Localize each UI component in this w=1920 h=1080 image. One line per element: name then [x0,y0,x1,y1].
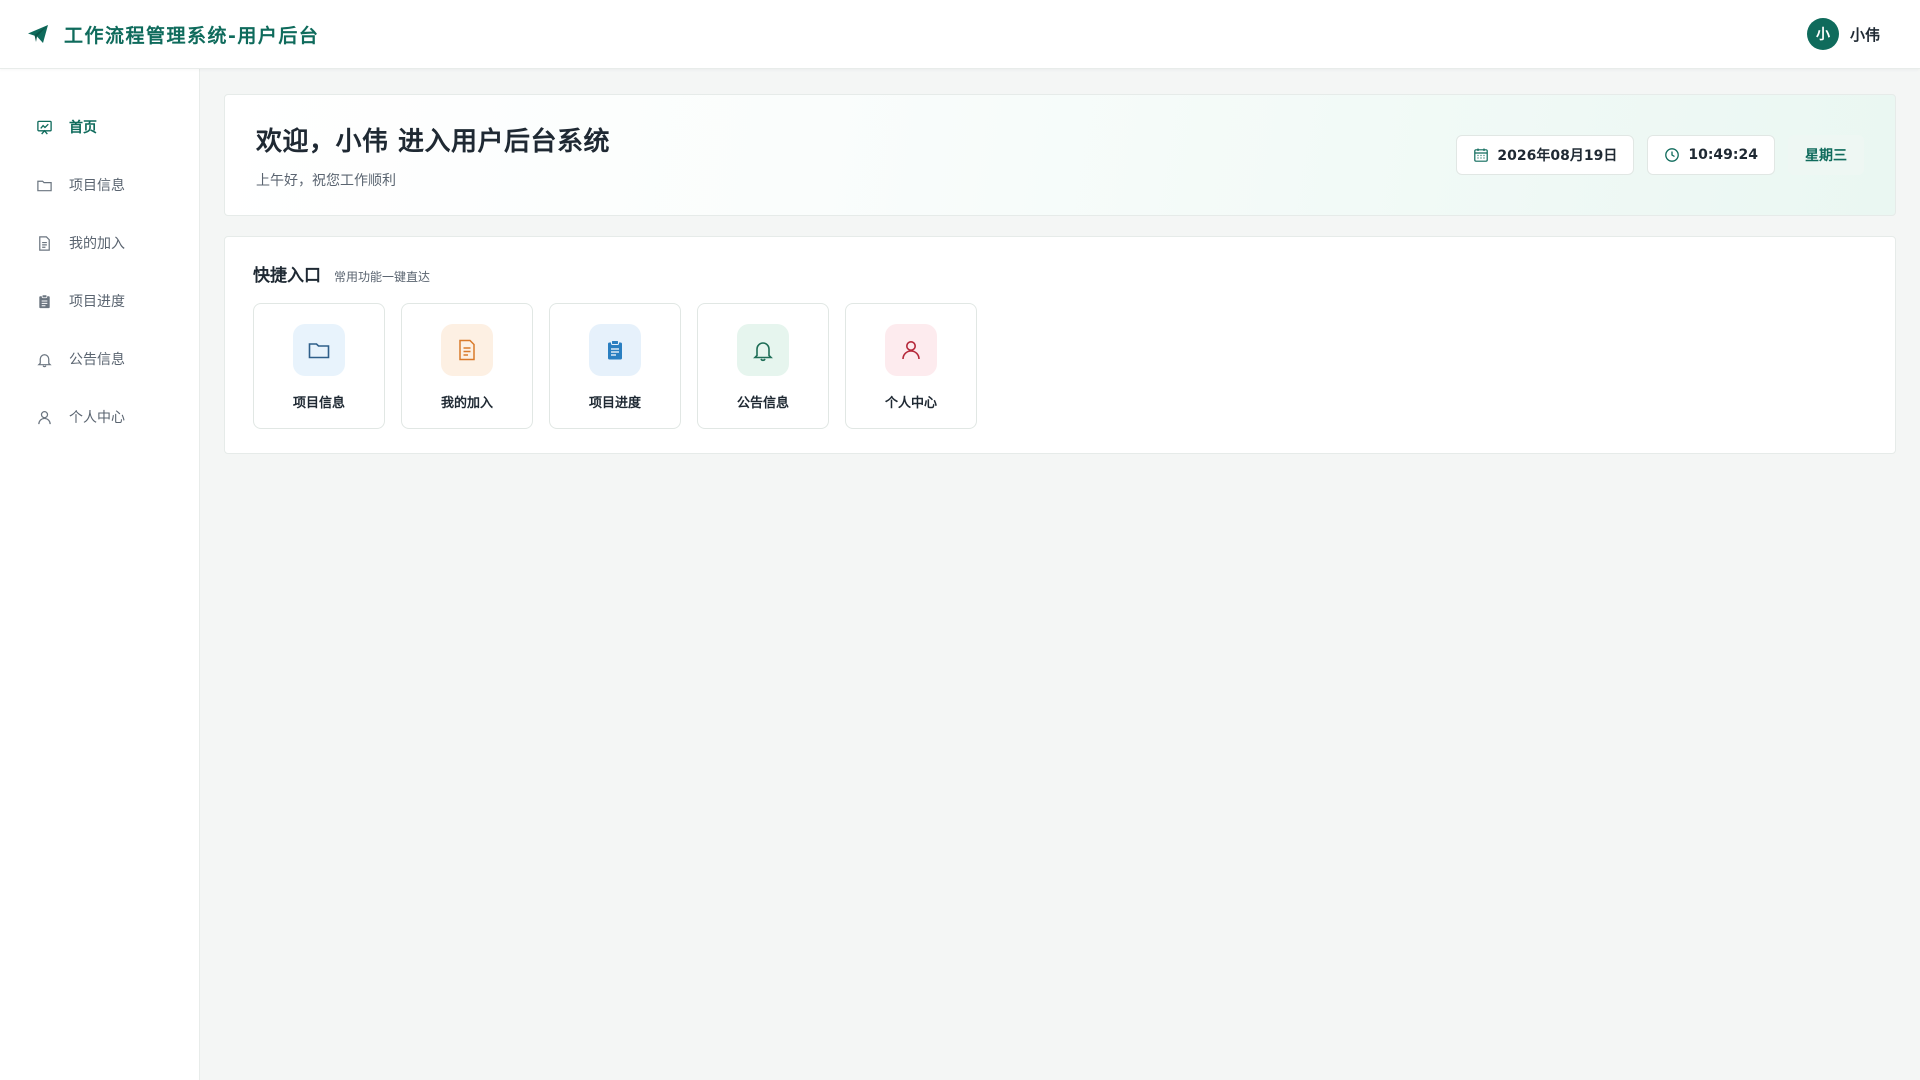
document-icon [441,324,493,376]
welcome-subtitle: 上午好，祝您工作顺利 [256,172,396,189]
brand[interactable]: 工作流程管理系统-用户后台 [26,21,319,48]
sidebar-item-project-progress[interactable]: 项目进度 [0,272,199,330]
clipboard-icon [36,293,53,310]
quick-access-subtitle: 常用功能一键直达 [334,270,431,284]
sidebar-item-label: 我的加入 [69,236,125,252]
quick-card-project-info[interactable]: 项目信息 [253,303,385,429]
home-chart-icon [36,119,53,136]
quick-card-my-joined[interactable]: 我的加入 [401,303,533,429]
sidebar-item-notice[interactable]: 公告信息 [0,330,199,388]
folder-icon [36,177,53,194]
quick-card-label: 个人中心 [884,396,937,411]
quick-card-label: 我的加入 [440,396,493,411]
paper-plane-icon [26,22,50,46]
top-header: 工作流程管理系统-用户后台 小 小伟 [0,0,1920,69]
quick-card-notice[interactable]: 公告信息 [697,303,829,429]
user-icon [885,324,937,376]
user-icon [36,409,53,426]
sidebar-item-profile[interactable]: 个人中心 [0,388,199,446]
main-content: 欢迎，小伟 进入用户后台系统 上午好，祝您工作顺利 2026年08月19日 10… [224,94,1896,454]
quick-access-cards: 项目信息 我的加入 项目进度 公告信息 个人中心 [253,303,1867,429]
sidebar-item-label: 项目进度 [69,294,125,310]
time-text: 10:49:24 [1688,147,1758,163]
clock-icon [1664,147,1680,163]
quick-card-profile[interactable]: 个人中心 [845,303,977,429]
calendar-icon [1473,147,1489,163]
clipboard-icon [589,324,641,376]
date-text: 2026年08月19日 [1497,148,1618,164]
bell-icon [36,351,53,368]
quick-access-panel: 快捷入口 常用功能一键直达 项目信息 我的加入 项目进度 公告信息 个人中心 [224,236,1896,454]
quick-card-label: 项目进度 [588,396,641,411]
user-name[interactable]: 小伟 [1850,24,1880,45]
quick-access-header: 快捷入口 常用功能一键直达 [253,261,1867,286]
weekday-text: 星期三 [1805,148,1847,164]
sidebar-item-label: 公告信息 [69,352,125,368]
sidebar-item-label: 个人中心 [69,410,125,426]
quick-card-project-progress[interactable]: 项目进度 [549,303,681,429]
quick-card-label: 公告信息 [736,396,789,411]
quick-access-title: 快捷入口 [253,266,321,286]
user-menu[interactable]: 小 小伟 [1806,18,1880,50]
date-chip: 2026年08月19日 [1456,135,1635,175]
sidebar-item-label: 首页 [69,120,97,136]
welcome-title: 欢迎，小伟 进入用户后台系统 [256,126,611,157]
sidebar-item-project-info[interactable]: 项目信息 [0,156,199,214]
welcome-text: 欢迎，小伟 进入用户后台系统 上午好，祝您工作顺利 [256,121,610,190]
welcome-banner: 欢迎，小伟 进入用户后台系统 上午好，祝您工作顺利 2026年08月19日 10… [224,94,1896,216]
app-title: 工作流程管理系统-用户后台 [64,24,320,47]
sidebar-item-home[interactable]: 首页 [0,98,199,156]
avatar[interactable]: 小 [1806,18,1839,50]
sidebar-item-my-joined[interactable]: 我的加入 [0,214,199,272]
document-icon [36,235,53,252]
time-chip: 10:49:24 [1647,135,1775,175]
folder-icon [293,324,345,376]
datetime-chips: 2026年08月19日 10:49:24 星期三 [1456,135,1864,175]
weekday-chip: 星期三 [1788,135,1864,175]
sidebar-item-label: 项目信息 [69,178,125,194]
sidebar: 首页 项目信息 我的加入 项目进度 公告信息 个人中心 [0,69,200,1080]
quick-card-label: 项目信息 [292,396,345,411]
bell-icon [737,324,789,376]
